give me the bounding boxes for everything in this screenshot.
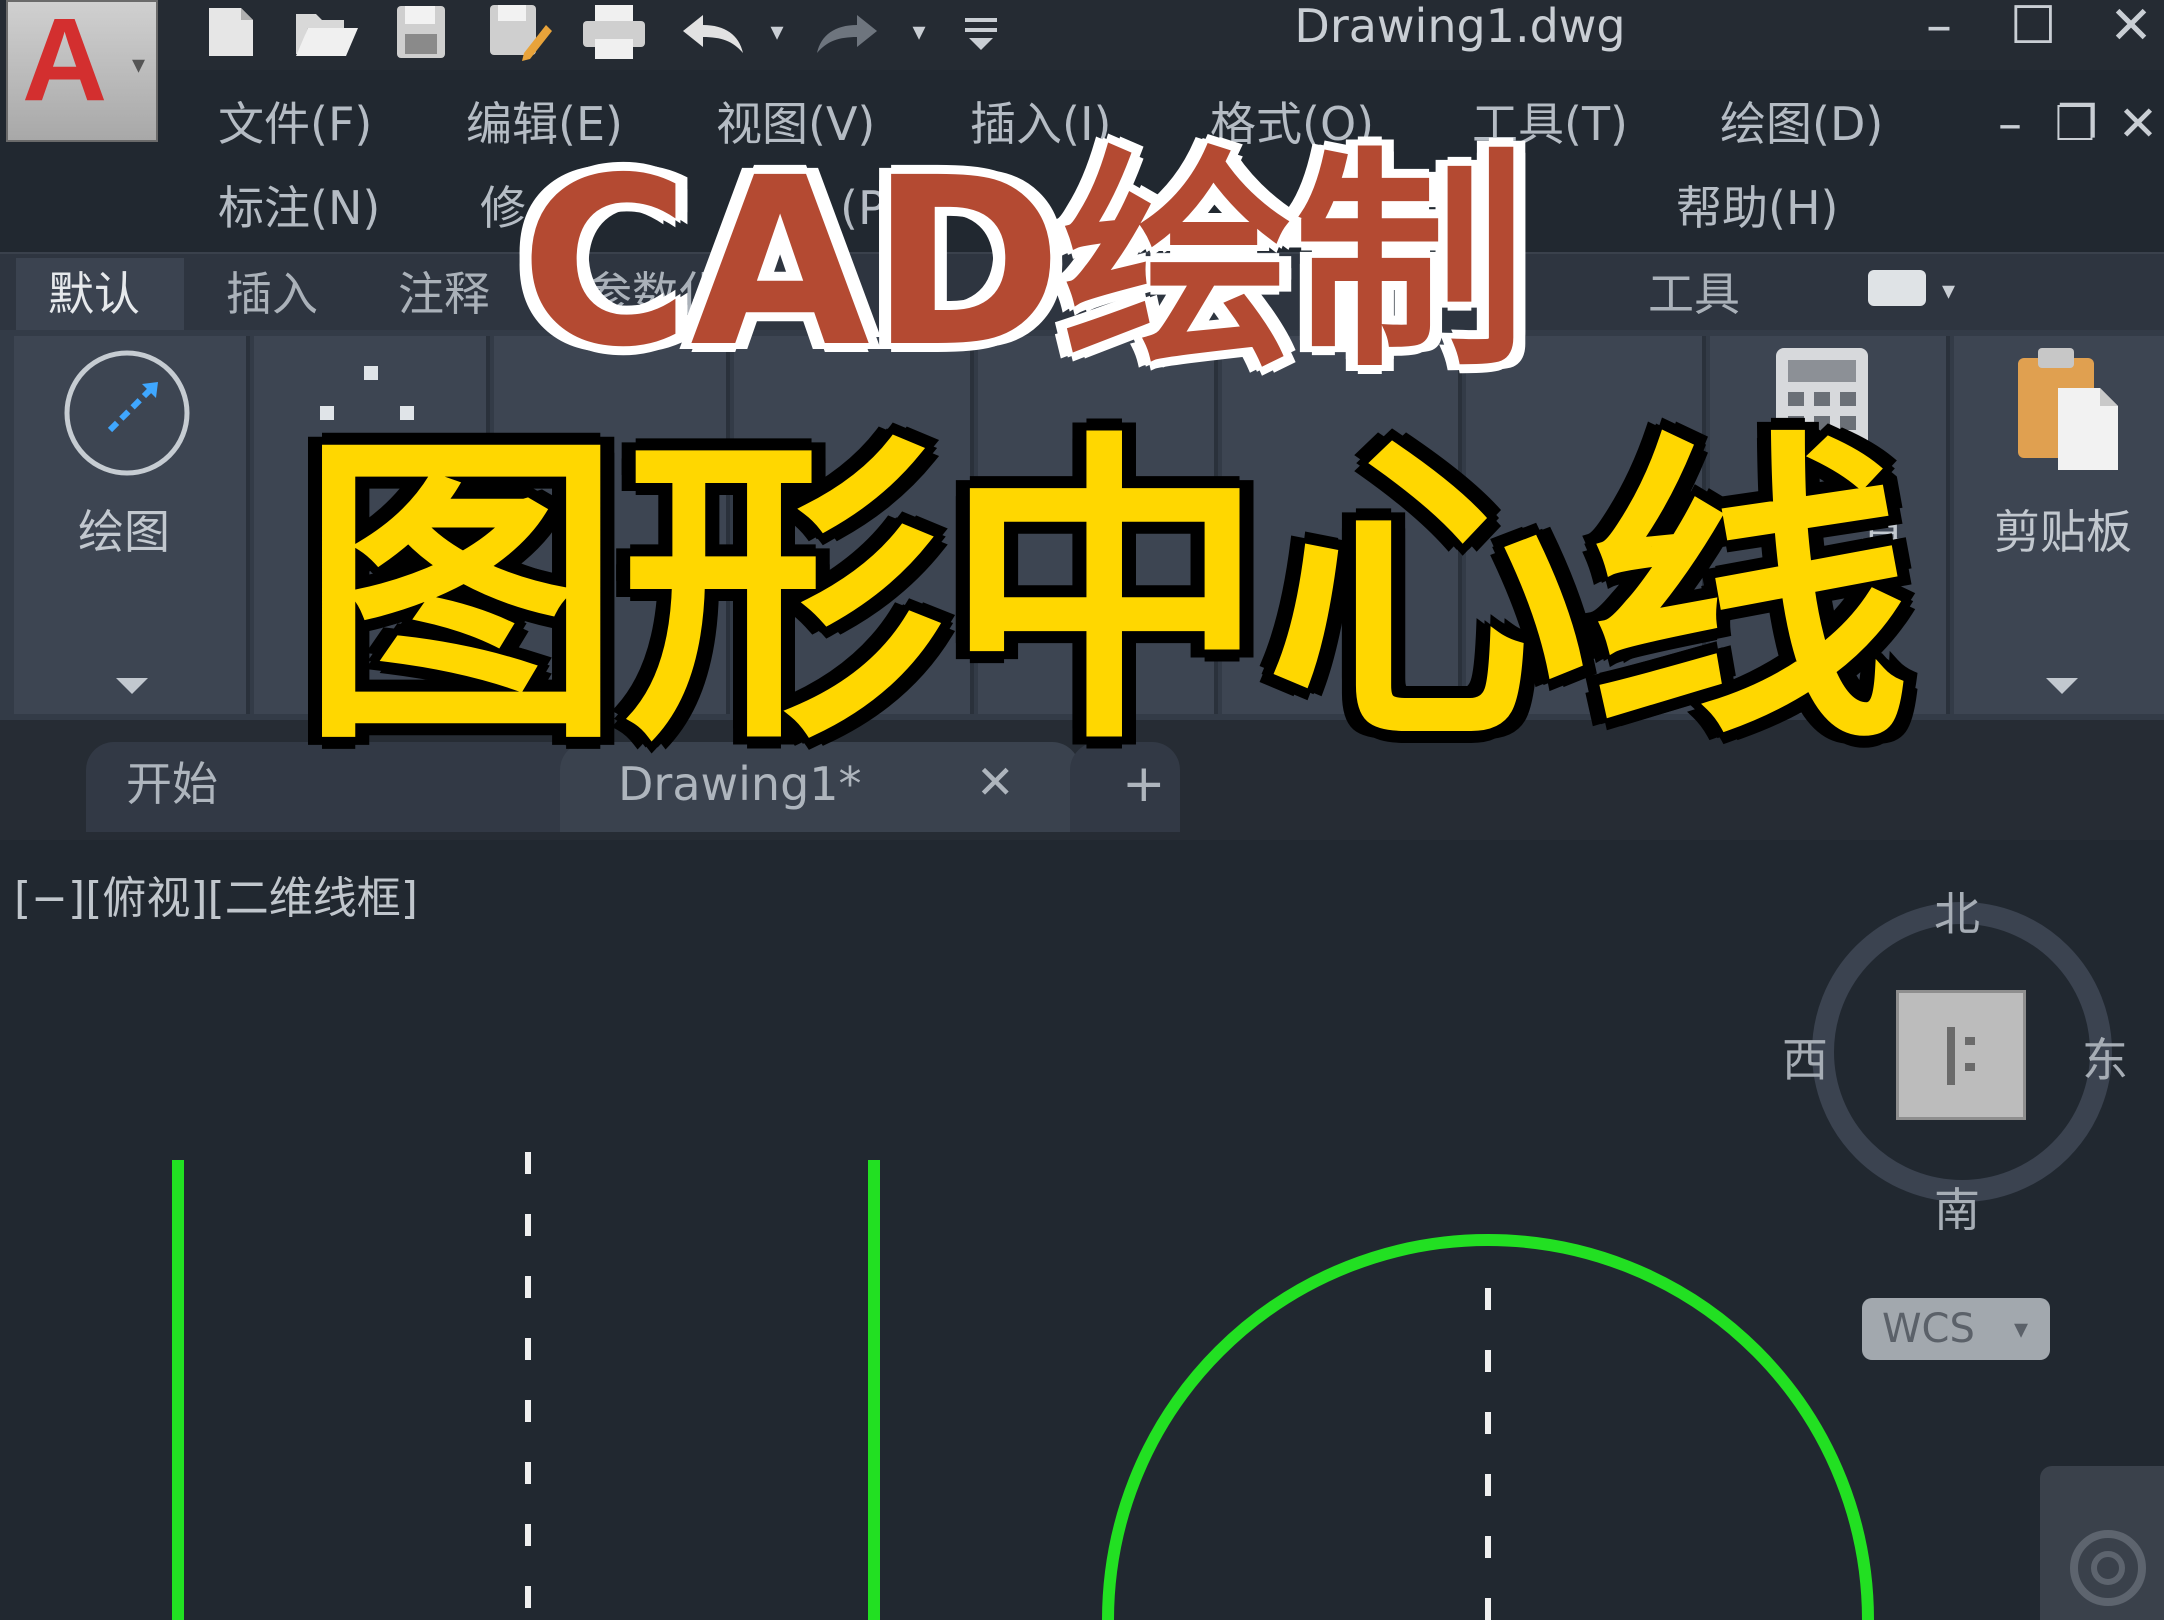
autocad-logo-icon: A bbox=[22, 0, 108, 126]
application-menu-button[interactable]: A ▾ bbox=[6, 0, 158, 142]
circle-draw-icon bbox=[64, 350, 190, 476]
ribbon-minimize-icon[interactable] bbox=[1868, 270, 1926, 306]
chevron-down-icon[interactable] bbox=[116, 678, 148, 694]
steering-wheel-icon bbox=[2070, 1530, 2146, 1606]
close-icon[interactable]: ✕ bbox=[2096, 0, 2164, 56]
panel-clipboard-label: 剪贴板 bbox=[1994, 505, 2132, 559]
tab-tools[interactable]: 工具 bbox=[1648, 258, 1740, 330]
undo-icon[interactable] bbox=[672, 0, 752, 64]
compass-north[interactable]: 北 bbox=[1934, 888, 1980, 940]
overlay-headline-top: CAD绘制 bbox=[520, 128, 1527, 398]
point-icon bbox=[364, 366, 378, 380]
viewcube-top-face[interactable] bbox=[1896, 990, 2026, 1120]
print-icon[interactable] bbox=[578, 0, 650, 64]
doc-restore-icon[interactable]: ❐ bbox=[2046, 96, 2106, 152]
panel-draw[interactable]: 绘图 bbox=[14, 336, 250, 714]
chevron-down-icon: ▾ bbox=[2013, 1312, 2028, 1345]
compass-south[interactable]: 南 bbox=[1934, 1184, 1980, 1236]
redo-icon[interactable] bbox=[808, 0, 888, 64]
new-file-icon[interactable] bbox=[196, 0, 266, 64]
clipboard-icon bbox=[2018, 348, 2118, 470]
wcs-dropdown[interactable]: WCS ▾ bbox=[1862, 1298, 2050, 1360]
menu-dimension[interactable]: 标注(N) bbox=[218, 178, 380, 238]
doc-close-icon[interactable]: ✕ bbox=[2108, 96, 2164, 152]
open-folder-icon[interactable] bbox=[290, 0, 364, 64]
tab-start-label: 开始 bbox=[126, 757, 218, 811]
menu-file[interactable]: 文件(F) bbox=[218, 94, 372, 154]
menu-draw[interactable]: 绘图(D) bbox=[1720, 94, 1883, 154]
drawing-geometry[interactable] bbox=[0, 840, 2164, 1620]
undo-dropdown-icon[interactable]: ▾ bbox=[760, 0, 794, 64]
chevron-down-icon: ▾ bbox=[132, 50, 146, 80]
tab-default[interactable]: 默认 bbox=[48, 258, 140, 330]
tab-annotate[interactable]: 注释 bbox=[398, 258, 490, 330]
panel-draw-label: 绘图 bbox=[78, 505, 170, 559]
chevron-down-icon[interactable]: ▾ bbox=[1942, 276, 1955, 306]
panel-clipboard[interactable]: 剪贴板 bbox=[1954, 336, 2164, 714]
minimize-icon[interactable]: – bbox=[1904, 0, 1974, 56]
window-title: Drawing1.dwg bbox=[1294, 0, 1626, 53]
maximize-icon[interactable]: ☐ bbox=[1998, 0, 2068, 56]
redo-dropdown-icon[interactable]: ▾ bbox=[902, 0, 936, 64]
doc-minimize-icon[interactable]: – bbox=[1980, 96, 2040, 152]
overlay-headline-bottom: 图形中心线 bbox=[300, 407, 1910, 782]
navigation-bar[interactable] bbox=[2040, 1466, 2164, 1620]
menu-help[interactable]: 帮助(H) bbox=[1676, 178, 1838, 238]
save-icon[interactable] bbox=[386, 0, 456, 64]
save-as-icon[interactable] bbox=[480, 0, 558, 64]
tab-insert[interactable]: 插入 bbox=[226, 258, 318, 330]
customize-qat-icon[interactable] bbox=[956, 0, 1006, 64]
wcs-label: WCS bbox=[1882, 1306, 1975, 1352]
compass-east[interactable]: 东 bbox=[2082, 1034, 2128, 1086]
compass-west[interactable]: 西 bbox=[1782, 1034, 1828, 1086]
chevron-down-icon[interactable] bbox=[2046, 678, 2078, 694]
